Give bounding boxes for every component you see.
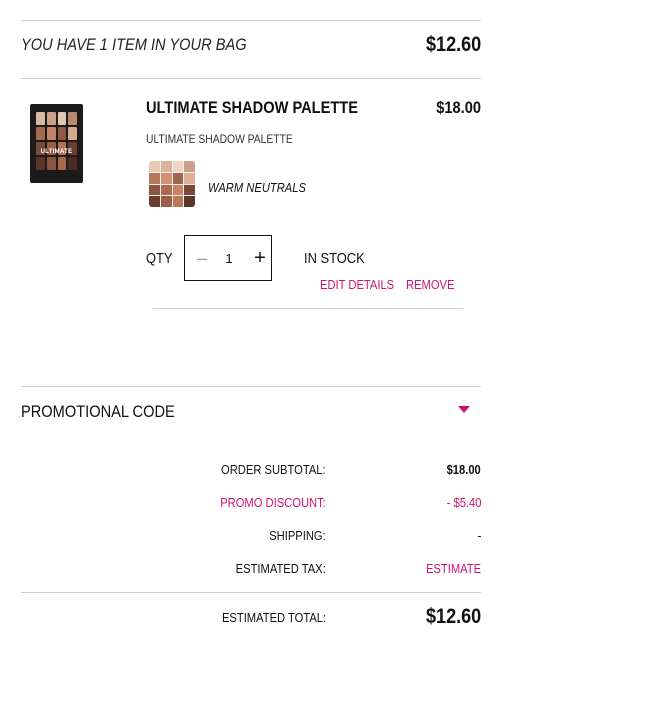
plus-icon[interactable]: + [251,246,269,270]
header-divider [21,78,481,79]
promo-discount-value: - $5.40 [446,495,481,510]
product-subtitle: ULTIMATE SHADOW PALETTE [146,132,293,146]
product-thumbnail[interactable]: ULTIMATE [30,104,83,183]
shipping-label: SHIPPING: [269,528,326,543]
stock-status: IN STOCK [304,250,365,267]
quantity-stepper[interactable]: – 1 + [184,235,272,281]
estimate-tax-link[interactable]: ESTIMATE [417,561,481,576]
product-name[interactable]: ULTIMATE SHADOW PALETTE [146,98,392,118]
bag-heading: YOU HAVE 1 ITEM IN YOUR BAG [21,35,247,54]
palette-grid-image [36,112,77,170]
product-price: $18.00 [436,98,481,117]
shipping-value: - [477,528,481,543]
shade-swatch [149,161,195,207]
subtotal-label: ORDER SUBTOTAL: [221,462,326,477]
subtotal-value: $18.00 [446,462,481,477]
remove-link[interactable]: REMOVE [406,277,462,292]
quantity-value[interactable]: 1 [219,248,239,270]
minus-icon[interactable]: – [193,246,211,270]
promo-divider [21,386,481,387]
edit-details-link[interactable]: EDIT DETAILS [320,277,406,292]
promo-discount-label: PROMO DISCOUNT: [220,495,326,510]
shade-name: WARM NEUTRALS [208,180,306,195]
tax-label: ESTIMATED TAX: [235,561,326,576]
top-divider [21,20,481,21]
quantity-label: QTY [146,250,173,267]
bag-total: $12.60 [425,33,481,56]
promo-code-toggle[interactable]: PROMOTIONAL CODE [21,402,200,422]
caret-down-icon[interactable] [458,406,470,413]
total-label: ESTIMATED TOTAL: [221,610,326,625]
total-value: $12.60 [425,605,481,628]
item-divider [153,308,463,309]
thumbnail-brand-text: ULTIMATE [40,149,73,155]
total-divider [21,592,481,593]
